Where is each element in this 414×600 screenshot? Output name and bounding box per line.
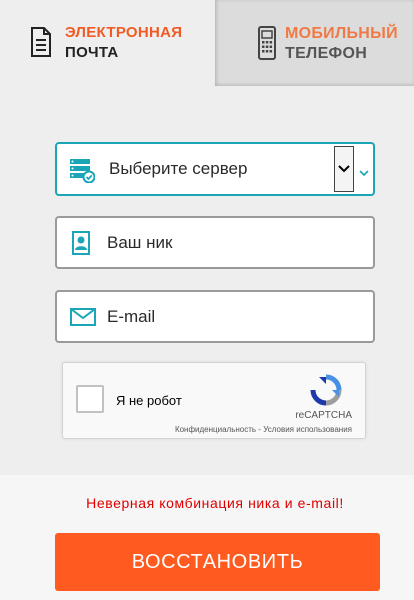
email-input[interactable] (107, 292, 369, 341)
recaptcha-brand: reCAPTCHA (295, 410, 352, 421)
email-field[interactable] (55, 290, 375, 343)
chevron-down-icon (359, 164, 369, 182)
server-select-label: Выберите сервер (109, 159, 248, 178)
recaptcha-label: Я не робот (116, 393, 182, 408)
mobile-phone-icon (257, 26, 277, 65)
server-select[interactable]: Выберите сервер (55, 142, 375, 196)
nick-field[interactable] (55, 216, 375, 269)
nick-input[interactable] (107, 218, 369, 267)
document-icon (30, 26, 52, 63)
restore-button[interactable]: ВОССТАНОВИТЬ (55, 533, 380, 591)
recaptcha-checkbox[interactable] (76, 385, 104, 413)
tab-email-label: ЭЛЕКТРОННАЯ ПОЧТА (65, 24, 183, 61)
chevron-down-icon (338, 165, 350, 173)
tab-phone[interactable]: МОБИЛЬНЫЙ ТЕЛЕФОН (215, 0, 414, 86)
envelope-icon (69, 305, 97, 334)
tab-bar: ЭЛЕКТРОННАЯ ПОЧТА МОБИЛЬНЫЙ ТЕЛЕФОН (0, 0, 414, 86)
tab-email[interactable]: ЭЛЕКТРОННАЯ ПОЧТА (0, 0, 215, 86)
server-icon (69, 157, 96, 188)
recaptcha-links[interactable]: Конфиденциальность - Условия использован… (175, 425, 352, 434)
error-message: Неверная комбинация ника и e-mail! (86, 495, 344, 511)
recaptcha-widget: Я не робот reCAPTCHA Конфиденциальность … (62, 362, 366, 439)
recaptcha-logo-icon (309, 373, 343, 412)
tab-phone-label: МОБИЛЬНЫЙ ТЕЛЕФОН (285, 25, 398, 62)
user-card-icon (69, 231, 93, 262)
dropdown-button[interactable] (334, 146, 354, 192)
